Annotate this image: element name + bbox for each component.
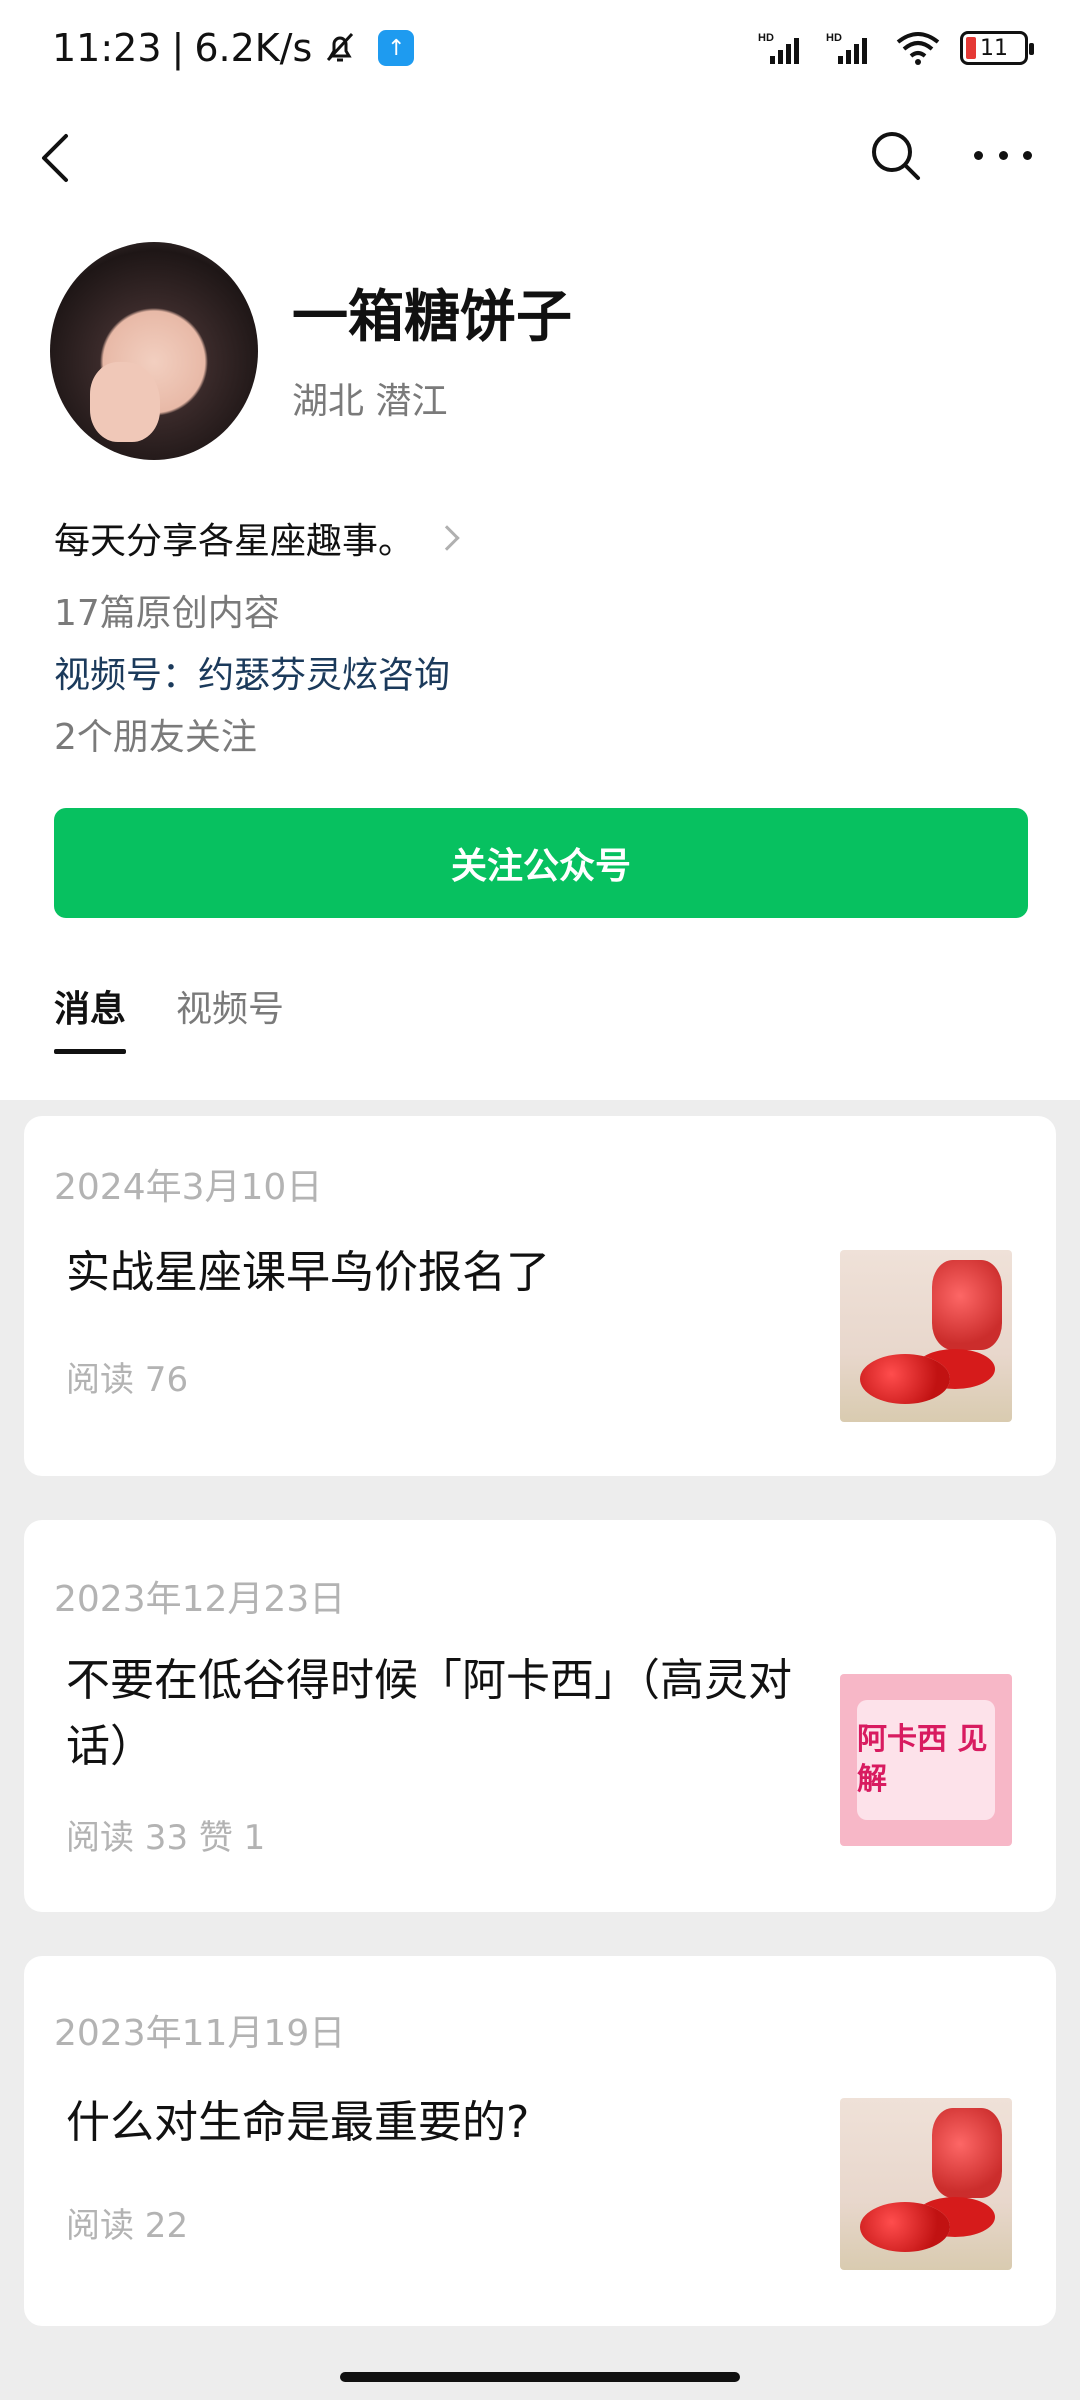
more-dot [1023,150,1032,160]
bio-text: 每天分享各星座趣事。 [54,521,415,562]
signal-2-icon: HD [826,32,867,64]
article-date: 2024年3月10日 [54,1167,323,1208]
network-label-1: HD [758,32,774,44]
strawberry-image[interactable] [840,1250,1012,1422]
battery-cap [1029,43,1034,55]
network-label-2: HD [826,32,842,44]
article-title[interactable]: 不要在低谷得时候「阿卡西」（高灵对话） [66,1648,826,1780]
article-stats: 阅读 22 [66,2206,189,2246]
status-right: HD HD 11 [758,30,1034,66]
article-title[interactable]: 什么对生命是最重要的? [66,2090,826,2156]
more-icon[interactable] [974,140,1032,170]
avatar[interactable] [50,242,258,460]
search-icon[interactable] [868,128,924,184]
article-date: 2023年12月23日 [54,1579,346,1620]
bio-row[interactable]: 每天分享各星座趣事。 [54,512,460,564]
article-date: 2023年11月19日 [54,2013,346,2054]
account-location: 湖北 潜江 [292,381,448,422]
article-title[interactable]: 实战星座课早鸟价报名了 [66,1240,826,1306]
signal-1-icon: HD [758,32,799,64]
article-card[interactable]: 2023年12月23日 不要在低谷得时候「阿卡西」（高灵对话） 阅读 33 赞 … [24,1520,1056,1912]
article-stats: 阅读 76 [66,1360,189,1400]
status-left: 11:23 | 6.2K/s ↑ [52,26,415,70]
chevron-right-icon [434,525,460,551]
tab-messages[interactable]: 消息 [54,980,127,1054]
back-icon[interactable] [34,128,78,188]
content-tabs: 消息 视频号 [54,980,284,1054]
mute-bell-icon [327,32,354,62]
avatar-hand [90,362,160,442]
battery-icon: 11 [960,31,1034,65]
more-dot [998,150,1008,160]
more-dot [974,150,983,160]
upload-icon: ↑ [378,30,415,66]
wifi-icon [896,32,940,65]
friends-follow[interactable]: 2个朋友关注 [54,708,257,760]
article-card[interactable]: 2023年11月19日 什么对生命是最重要的? 阅读 22 [24,1956,1056,2326]
status-bar: 11:23 | 6.2K/s ↑ HD HD 11 [0,0,1080,100]
battery-level: 11 [980,35,1008,61]
article-card[interactable]: 2024年3月10日 实战星座课早鸟价报名了 阅读 76 [24,1116,1056,1476]
home-indicator[interactable] [340,2372,740,2382]
article-stats: 阅读 33 赞 1 [66,1818,266,1858]
akashi-image[interactable]: 阿卡西 见解 [840,1674,1012,1846]
original-count: 17篇原创内容 [54,593,280,634]
follow-button[interactable]: 关注公众号 [54,808,1028,918]
status-speed: 6.2K/s [194,26,313,70]
battery-fill [966,37,976,59]
strawberry-image[interactable] [840,2098,1012,2270]
status-separator: | [171,26,185,70]
status-time: 11:23 [52,26,162,70]
channel-link[interactable]: 视频号：约瑟芬灵炫咨询 [54,646,450,698]
account-name: 一箱糖饼子 [292,285,572,350]
akashi-card: 阿卡西 见解 [857,1700,995,1820]
tab-channel[interactable]: 视频号 [176,980,284,1050]
page: 11:23 | 6.2K/s ↑ HD HD 11 一箱糖饼子 湖北 潜江 每天… [0,0,1080,2400]
